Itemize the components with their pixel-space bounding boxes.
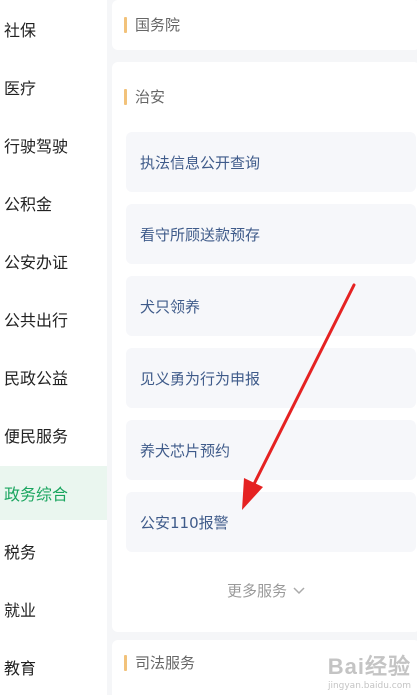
- sidebar-item-civil-affairs[interactable]: 民政公益: [0, 350, 107, 404]
- section-header: 国务院: [124, 14, 180, 35]
- service-label: 公安110报警: [140, 513, 229, 532]
- service-dog-adoption[interactable]: 犬只领养: [126, 276, 416, 336]
- chevron-down-icon: [293, 586, 305, 594]
- sidebar-item-label: 公安办证: [4, 253, 69, 272]
- section-header: 治安: [124, 86, 165, 107]
- service-label: 犬只领养: [140, 297, 201, 316]
- category-sidebar: 社保 医疗 行驶驾驶 公积金 公安办证 公共出行 民政公益 便民服务 政务综合 …: [0, 0, 107, 695]
- sidebar-item-government-affairs[interactable]: 政务综合: [0, 466, 107, 520]
- section-public-security: 治安 执法信息公开查询 看守所顾送款预存 犬只领养 见义勇为行为申报 养犬芯片预…: [112, 62, 417, 632]
- service-bravery-report[interactable]: 见义勇为行为申报: [126, 348, 416, 408]
- sidebar-item-label: 公积金: [4, 195, 53, 214]
- sidebar-item-label: 医疗: [4, 79, 37, 98]
- sidebar-item-driving[interactable]: 行驶驾驶: [0, 118, 107, 172]
- more-services-label: 更多服务: [226, 582, 287, 600]
- service-label: 养犬芯片预约: [140, 441, 231, 460]
- sidebar-item-public-transport[interactable]: 公共出行: [0, 292, 107, 346]
- sidebar-item-housing-fund[interactable]: 公积金: [0, 176, 107, 230]
- sidebar-item-medical[interactable]: 医疗: [0, 60, 107, 114]
- sidebar-item-employment[interactable]: 就业: [0, 582, 107, 636]
- sidebar-item-label: 税务: [4, 543, 37, 562]
- section-header: 司法服务: [124, 652, 195, 673]
- sidebar-item-education[interactable]: 教育: [0, 640, 107, 694]
- service-dog-chip-appointment[interactable]: 养犬芯片预约: [126, 420, 416, 480]
- sidebar-item-label: 便民服务: [4, 427, 69, 446]
- section-title: 国务院: [135, 16, 181, 34]
- section-accent-bar: [124, 16, 127, 33]
- section-accent-bar: [124, 654, 127, 671]
- baidu-jingyan-watermark: Bai经验 jingyan.baidu.com: [328, 649, 411, 691]
- service-police-110[interactable]: 公安110报警: [126, 492, 416, 552]
- more-services-button[interactable]: 更多服务: [112, 580, 417, 601]
- watermark-logo: Bai经验: [327, 654, 411, 679]
- service-law-enforcement-query[interactable]: 执法信息公开查询: [126, 132, 416, 192]
- sidebar-item-label: 教育: [4, 659, 37, 678]
- sidebar-item-convenience[interactable]: 便民服务: [0, 408, 107, 462]
- watermark-url: jingyan.baidu.com: [327, 681, 411, 691]
- sidebar-item-tax[interactable]: 税务: [0, 524, 107, 578]
- service-label: 执法信息公开查询: [140, 153, 261, 172]
- service-content: 国务院 治安 执法信息公开查询 看守所顾送款预存 犬只领养 见义勇为行为申报 养…: [107, 0, 417, 695]
- section-title: 治安: [135, 88, 166, 106]
- sidebar-item-police-certificates[interactable]: 公安办证: [0, 234, 107, 288]
- sidebar-item-label: 民政公益: [4, 369, 69, 388]
- section-title: 司法服务: [135, 654, 196, 672]
- service-label: 看守所顾送款预存: [140, 225, 261, 244]
- service-label: 见义勇为行为申报: [140, 369, 261, 388]
- section-state-council: 国务院: [112, 0, 417, 50]
- sidebar-item-label: 行驶驾驶: [4, 137, 69, 156]
- sidebar-item-social-security[interactable]: 社保: [0, 2, 107, 56]
- sidebar-item-label: 政务综合: [4, 485, 69, 504]
- sidebar-item-label: 社保: [4, 21, 37, 40]
- service-detention-deposit[interactable]: 看守所顾送款预存: [126, 204, 416, 264]
- section-accent-bar: [124, 88, 127, 105]
- sidebar-item-label: 公共出行: [4, 311, 69, 330]
- sidebar-item-label: 就业: [4, 601, 37, 620]
